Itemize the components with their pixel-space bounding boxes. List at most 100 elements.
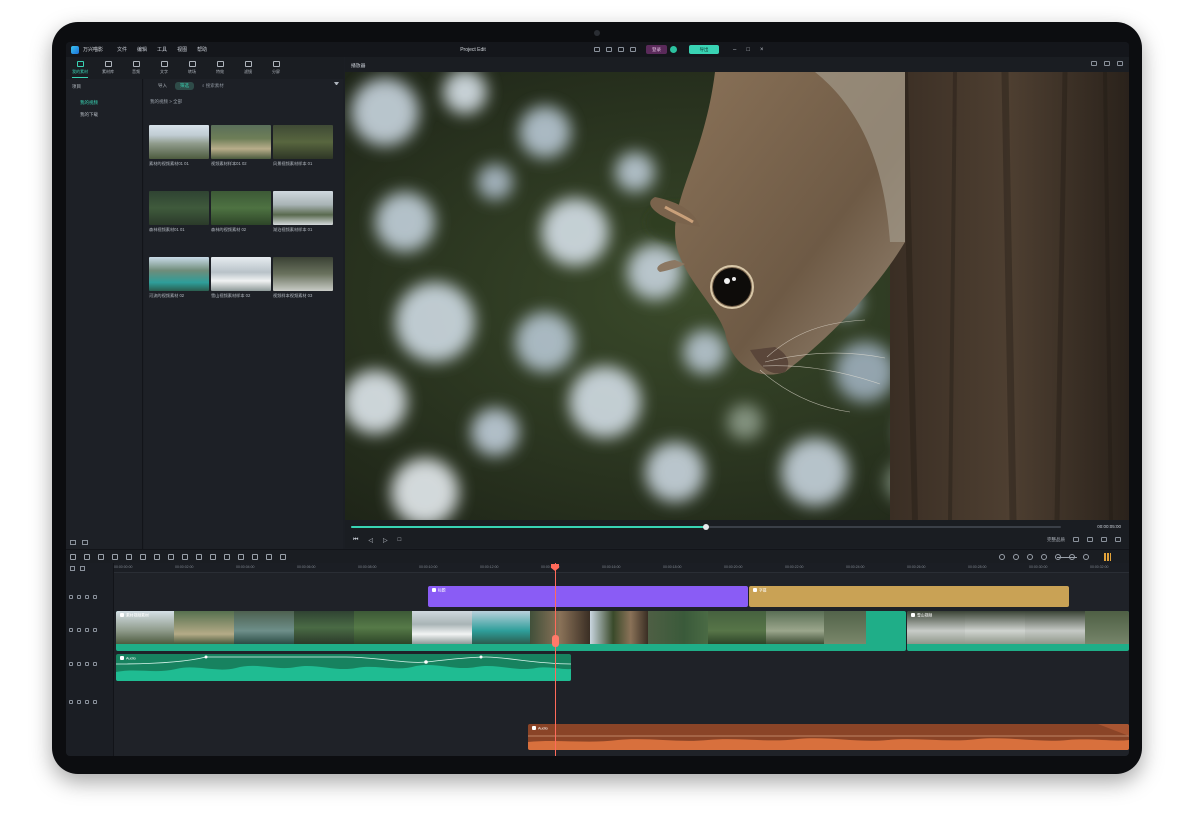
menu-tools[interactable]: 工具 <box>157 46 167 53</box>
volume-icon[interactable] <box>1101 537 1107 542</box>
mute-icon[interactable] <box>93 700 97 704</box>
eye-icon[interactable] <box>85 662 89 666</box>
tab-import[interactable]: 导入 <box>158 83 167 89</box>
minimize-icon[interactable]: – <box>733 47 736 53</box>
tool-transition[interactable]: 转场 <box>178 57 206 79</box>
media-thumb[interactable] <box>273 125 333 159</box>
camera-icon[interactable] <box>1087 537 1093 542</box>
color-icon[interactable] <box>168 554 174 560</box>
visibility-icon[interactable] <box>1104 61 1110 66</box>
gift-icon[interactable] <box>618 47 624 52</box>
crop-icon[interactable] <box>140 554 146 560</box>
render-icon[interactable] <box>999 554 1005 560</box>
media-thumb[interactable] <box>211 191 271 225</box>
tool-text[interactable]: 文字 <box>150 57 178 79</box>
avatar[interactable] <box>670 46 677 53</box>
tool-effect[interactable]: 特效 <box>206 57 234 79</box>
sidebar-item-my-videos[interactable]: 我的视频 <box>80 100 98 106</box>
previous-frame-icon[interactable]: ⏮ <box>353 537 358 544</box>
mute-icon[interactable] <box>93 662 97 666</box>
monitor-icon[interactable] <box>594 47 600 52</box>
media-thumb[interactable] <box>211 257 271 291</box>
undo-icon[interactable] <box>84 554 90 560</box>
tool-my-media[interactable]: 我的素材 <box>66 57 94 79</box>
playhead-line[interactable] <box>555 563 556 756</box>
progress-slider[interactable] <box>351 524 1061 530</box>
text-tool-icon[interactable] <box>280 554 286 560</box>
new-folder-icon[interactable] <box>70 540 76 545</box>
split-icon[interactable] <box>126 554 132 560</box>
folder-icon[interactable] <box>82 540 88 545</box>
video-clip-second[interactable]: 雪山视频 <box>907 611 1129 651</box>
step-back-icon[interactable]: ◁ <box>368 537 373 544</box>
eye-icon[interactable] <box>85 700 89 704</box>
media-thumb[interactable] <box>149 257 209 291</box>
stop-icon[interactable]: □ <box>398 537 402 544</box>
fullscreen-icon[interactable] <box>1115 537 1121 542</box>
quality-select[interactable]: 完整品质 <box>1047 537 1065 543</box>
title-clip-gold[interactable]: 字幕 <box>749 586 1069 607</box>
tool-audio[interactable]: 音频 <box>122 57 150 79</box>
media-thumb[interactable] <box>273 191 333 225</box>
menu-file[interactable]: 文件 <box>117 46 127 53</box>
tab-filter[interactable]: 筛选 <box>175 81 194 90</box>
audio-clip-orange[interactable]: Audio <box>528 724 1129 750</box>
tool-stock[interactable]: 素材库 <box>94 57 122 79</box>
timer-icon[interactable] <box>196 554 202 560</box>
mic-icon[interactable] <box>1027 554 1033 560</box>
speed-icon[interactable] <box>154 554 160 560</box>
display-icon[interactable] <box>1073 537 1079 542</box>
title-clip-purple[interactable]: 标题 <box>428 586 748 607</box>
login-button[interactable]: 登录 <box>646 45 667 54</box>
media-thumb[interactable] <box>149 191 209 225</box>
save-icon[interactable] <box>606 47 612 52</box>
funnel-icon[interactable] <box>334 82 339 88</box>
maximize-icon[interactable]: □ <box>746 47 750 53</box>
mute-icon[interactable] <box>93 628 97 632</box>
audio-icon[interactable] <box>238 554 244 560</box>
timeline-ruler[interactable]: 00:00:00:00 00:00:02:00 00:00:04:00 00:0… <box>114 563 1129 573</box>
tool-filter[interactable]: 滤镜 <box>234 57 262 79</box>
video-preview[interactable] <box>345 72 1129 520</box>
menu-help[interactable]: 帮助 <box>197 46 207 53</box>
link-icon[interactable] <box>80 566 85 571</box>
marker-icon[interactable] <box>1041 554 1047 560</box>
redo-icon[interactable] <box>98 554 104 560</box>
close-icon[interactable]: × <box>760 47 764 53</box>
menu-edit[interactable]: 编辑 <box>137 46 147 53</box>
delete-icon[interactable] <box>112 554 118 560</box>
eye-icon[interactable] <box>85 628 89 632</box>
eye-icon[interactable] <box>85 595 89 599</box>
video-clip-main[interactable]: 素材视频素材 <box>116 611 906 651</box>
mute-icon[interactable] <box>93 595 97 599</box>
settings-icon[interactable] <box>630 47 636 52</box>
grid-icon[interactable] <box>70 554 76 560</box>
progress-handle[interactable] <box>703 524 709 530</box>
media-thumb[interactable] <box>273 257 333 291</box>
zoom-out-icon[interactable] <box>1083 554 1089 560</box>
shield-icon[interactable] <box>1013 554 1019 560</box>
sidebar-item-my-downloads[interactable]: 我的下载 <box>80 112 98 118</box>
lock-icon[interactable] <box>77 662 81 666</box>
ai-icon[interactable] <box>266 554 272 560</box>
mask-icon[interactable] <box>182 554 188 560</box>
stabilize-icon[interactable] <box>224 554 230 560</box>
lock-icon[interactable] <box>77 628 81 632</box>
add-track-icon[interactable] <box>70 566 75 571</box>
tool-split-screen[interactable]: 分屏 <box>262 57 290 79</box>
export-button[interactable]: 导出 <box>689 45 719 54</box>
keyframe-icon[interactable] <box>252 554 258 560</box>
play-icon[interactable]: ▷ <box>383 537 388 544</box>
media-thumb[interactable] <box>149 125 209 159</box>
menu-view[interactable]: 视图 <box>177 46 187 53</box>
sidebar-section-project[interactable]: 项目 <box>72 84 81 90</box>
timeline-zoom-slider[interactable] <box>1057 557 1077 558</box>
playhead-marker[interactable] <box>552 635 559 647</box>
lock-icon[interactable] <box>77 700 81 704</box>
layout-icon[interactable] <box>1117 61 1123 66</box>
lock-icon[interactable] <box>77 595 81 599</box>
media-search-input[interactable]: ⌕ 搜索素材 <box>202 83 224 89</box>
snapshot-icon[interactable] <box>1091 61 1097 66</box>
fit-icon[interactable] <box>210 554 216 560</box>
media-thumb[interactable] <box>211 125 271 159</box>
